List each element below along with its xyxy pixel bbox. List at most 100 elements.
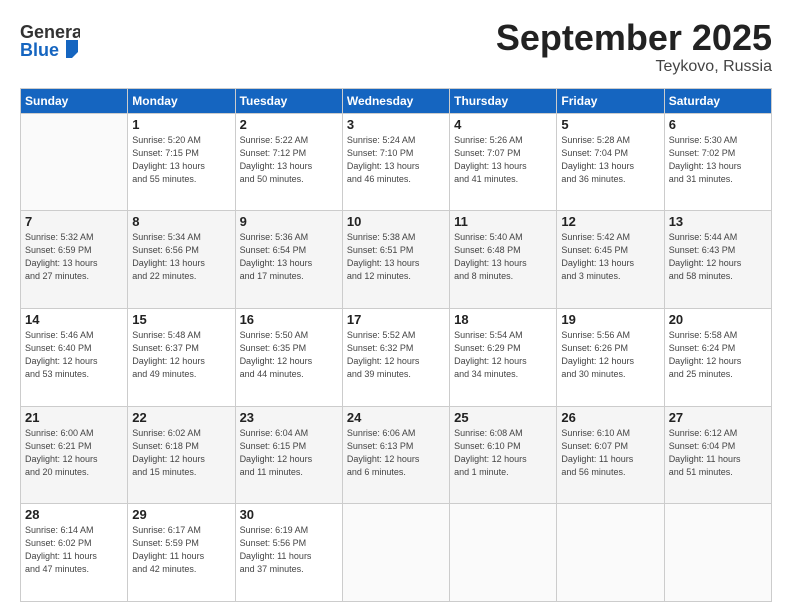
day-info: Sunrise: 5:40 AM Sunset: 6:48 PM Dayligh… bbox=[454, 231, 552, 283]
day-info: Sunrise: 6:10 AM Sunset: 6:07 PM Dayligh… bbox=[561, 427, 659, 479]
day-number: 12 bbox=[561, 214, 659, 229]
day-number: 24 bbox=[347, 410, 445, 425]
table-row: 8 Sunrise: 5:34 AM Sunset: 6:56 PM Daylig… bbox=[128, 211, 235, 309]
col-monday: Monday bbox=[128, 88, 235, 113]
day-info: Sunrise: 5:32 AM Sunset: 6:59 PM Dayligh… bbox=[25, 231, 123, 283]
day-info: Sunrise: 5:44 AM Sunset: 6:43 PM Dayligh… bbox=[669, 231, 767, 283]
day-number: 2 bbox=[240, 117, 338, 132]
day-number: 11 bbox=[454, 214, 552, 229]
col-tuesday: Tuesday bbox=[235, 88, 342, 113]
day-number: 20 bbox=[669, 312, 767, 327]
table-row: 7 Sunrise: 5:32 AM Sunset: 6:59 PM Daylig… bbox=[21, 211, 128, 309]
day-number: 22 bbox=[132, 410, 230, 425]
day-info: Sunrise: 5:54 AM Sunset: 6:29 PM Dayligh… bbox=[454, 329, 552, 381]
table-row bbox=[664, 504, 771, 602]
table-row: 14 Sunrise: 5:46 AM Sunset: 6:40 PM Dayli… bbox=[21, 308, 128, 406]
header: General Blue September 2025 Teykovo, Rus… bbox=[20, 18, 772, 76]
day-info: Sunrise: 5:50 AM Sunset: 6:35 PM Dayligh… bbox=[240, 329, 338, 381]
day-number: 3 bbox=[347, 117, 445, 132]
table-row: 27 Sunrise: 6:12 AM Sunset: 6:04 PM Dayli… bbox=[664, 406, 771, 504]
day-number: 19 bbox=[561, 312, 659, 327]
day-info: Sunrise: 5:22 AM Sunset: 7:12 PM Dayligh… bbox=[240, 134, 338, 186]
table-row: 30Sunrise: 6:19 AM Sunset: 5:56 PM Dayli… bbox=[235, 504, 342, 602]
table-row: 29 Sunrise: 6:17 AM Sunset: 5:59 PM Dayli… bbox=[128, 504, 235, 602]
table-row: 23 Sunrise: 6:04 AM Sunset: 6:15 PM Dayli… bbox=[235, 406, 342, 504]
day-number: 26 bbox=[561, 410, 659, 425]
table-row: 25 Sunrise: 6:08 AM Sunset: 6:10 PM Dayli… bbox=[450, 406, 557, 504]
table-row: 5Sunrise: 5:28 AM Sunset: 7:04 PM Daylig… bbox=[557, 113, 664, 211]
day-info: Sunrise: 6:19 AM Sunset: 5:56 PM Dayligh… bbox=[240, 524, 338, 576]
day-number: 16 bbox=[240, 312, 338, 327]
day-info: Sunrise: 5:30 AM Sunset: 7:02 PM Dayligh… bbox=[669, 134, 767, 186]
day-number: 5 bbox=[561, 117, 659, 132]
day-info: Sunrise: 6:14 AM Sunset: 6:02 PM Dayligh… bbox=[25, 524, 123, 576]
table-row: 4 Sunrise: 5:26 AM Sunset: 7:07 PM Daylig… bbox=[450, 113, 557, 211]
day-info: Sunrise: 5:38 AM Sunset: 6:51 PM Dayligh… bbox=[347, 231, 445, 283]
calendar-table: Sunday Monday Tuesday Wednesday Thursday… bbox=[20, 88, 772, 602]
table-row: 9 Sunrise: 5:36 AM Sunset: 6:54 PM Daylig… bbox=[235, 211, 342, 309]
day-number: 23 bbox=[240, 410, 338, 425]
day-info: Sunrise: 6:04 AM Sunset: 6:15 PM Dayligh… bbox=[240, 427, 338, 479]
table-row bbox=[21, 113, 128, 211]
day-number: 8 bbox=[132, 214, 230, 229]
day-info: Sunrise: 5:24 AM Sunset: 7:10 PM Dayligh… bbox=[347, 134, 445, 186]
table-row: 18Sunrise: 5:54 AM Sunset: 6:29 PM Dayli… bbox=[450, 308, 557, 406]
col-sunday: Sunday bbox=[21, 88, 128, 113]
day-info: Sunrise: 5:36 AM Sunset: 6:54 PM Dayligh… bbox=[240, 231, 338, 283]
day-number: 4 bbox=[454, 117, 552, 132]
day-info: Sunrise: 5:34 AM Sunset: 6:56 PM Dayligh… bbox=[132, 231, 230, 283]
day-number: 25 bbox=[454, 410, 552, 425]
day-info: Sunrise: 6:12 AM Sunset: 6:04 PM Dayligh… bbox=[669, 427, 767, 479]
table-row: 10Sunrise: 5:38 AM Sunset: 6:51 PM Dayli… bbox=[342, 211, 449, 309]
table-row: 28Sunrise: 6:14 AM Sunset: 6:02 PM Dayli… bbox=[21, 504, 128, 602]
table-row bbox=[342, 504, 449, 602]
day-number: 6 bbox=[669, 117, 767, 132]
day-number: 9 bbox=[240, 214, 338, 229]
day-info: Sunrise: 5:52 AM Sunset: 6:32 PM Dayligh… bbox=[347, 329, 445, 381]
day-number: 27 bbox=[669, 410, 767, 425]
logo-icon: General Blue bbox=[20, 18, 80, 62]
day-number: 13 bbox=[669, 214, 767, 229]
location: Teykovo, Russia bbox=[496, 58, 772, 76]
month-title: September 2025 bbox=[496, 18, 772, 58]
day-info: Sunrise: 5:48 AM Sunset: 6:37 PM Dayligh… bbox=[132, 329, 230, 381]
svg-text:General: General bbox=[20, 22, 80, 42]
day-info: Sunrise: 5:26 AM Sunset: 7:07 PM Dayligh… bbox=[454, 134, 552, 186]
page: General Blue September 2025 Teykovo, Rus… bbox=[0, 0, 792, 612]
table-row: 3 Sunrise: 5:24 AM Sunset: 7:10 PM Daylig… bbox=[342, 113, 449, 211]
day-number: 1 bbox=[132, 117, 230, 132]
table-row: 12Sunrise: 5:42 AM Sunset: 6:45 PM Dayli… bbox=[557, 211, 664, 309]
col-saturday: Saturday bbox=[664, 88, 771, 113]
table-row bbox=[450, 504, 557, 602]
col-friday: Friday bbox=[557, 88, 664, 113]
day-info: Sunrise: 6:17 AM Sunset: 5:59 PM Dayligh… bbox=[132, 524, 230, 576]
svg-text:Blue: Blue bbox=[20, 40, 59, 60]
day-number: 7 bbox=[25, 214, 123, 229]
day-info: Sunrise: 5:58 AM Sunset: 6:24 PM Dayligh… bbox=[669, 329, 767, 381]
day-info: Sunrise: 6:06 AM Sunset: 6:13 PM Dayligh… bbox=[347, 427, 445, 479]
calendar-header-row: Sunday Monday Tuesday Wednesday Thursday… bbox=[21, 88, 772, 113]
title-area: September 2025 Teykovo, Russia bbox=[496, 18, 772, 76]
table-row: 15Sunrise: 5:48 AM Sunset: 6:37 PM Dayli… bbox=[128, 308, 235, 406]
day-info: Sunrise: 6:02 AM Sunset: 6:18 PM Dayligh… bbox=[132, 427, 230, 479]
table-row: 6 Sunrise: 5:30 AM Sunset: 7:02 PM Daylig… bbox=[664, 113, 771, 211]
day-info: Sunrise: 6:00 AM Sunset: 6:21 PM Dayligh… bbox=[25, 427, 123, 479]
table-row: 21Sunrise: 6:00 AM Sunset: 6:21 PM Dayli… bbox=[21, 406, 128, 504]
table-row: 2 Sunrise: 5:22 AM Sunset: 7:12 PM Daylig… bbox=[235, 113, 342, 211]
table-row: 26 Sunrise: 6:10 AM Sunset: 6:07 PM Dayli… bbox=[557, 406, 664, 504]
col-thursday: Thursday bbox=[450, 88, 557, 113]
table-row: 17Sunrise: 5:52 AM Sunset: 6:32 PM Dayli… bbox=[342, 308, 449, 406]
day-info: Sunrise: 5:20 AM Sunset: 7:15 PM Dayligh… bbox=[132, 134, 230, 186]
table-row: 22 Sunrise: 6:02 AM Sunset: 6:18 PM Dayli… bbox=[128, 406, 235, 504]
col-wednesday: Wednesday bbox=[342, 88, 449, 113]
day-number: 14 bbox=[25, 312, 123, 327]
table-row: 16 Sunrise: 5:50 AM Sunset: 6:35 PM Dayli… bbox=[235, 308, 342, 406]
day-info: Sunrise: 6:08 AM Sunset: 6:10 PM Dayligh… bbox=[454, 427, 552, 479]
table-row: 20 Sunrise: 5:58 AM Sunset: 6:24 PM Dayli… bbox=[664, 308, 771, 406]
day-info: Sunrise: 5:46 AM Sunset: 6:40 PM Dayligh… bbox=[25, 329, 123, 381]
day-info: Sunrise: 5:56 AM Sunset: 6:26 PM Dayligh… bbox=[561, 329, 659, 381]
table-row: 19 Sunrise: 5:56 AM Sunset: 6:26 PM Dayli… bbox=[557, 308, 664, 406]
table-row: 11 Sunrise: 5:40 AM Sunset: 6:48 PM Dayli… bbox=[450, 211, 557, 309]
table-row: 13 Sunrise: 5:44 AM Sunset: 6:43 PM Dayli… bbox=[664, 211, 771, 309]
day-number: 29 bbox=[132, 507, 230, 522]
